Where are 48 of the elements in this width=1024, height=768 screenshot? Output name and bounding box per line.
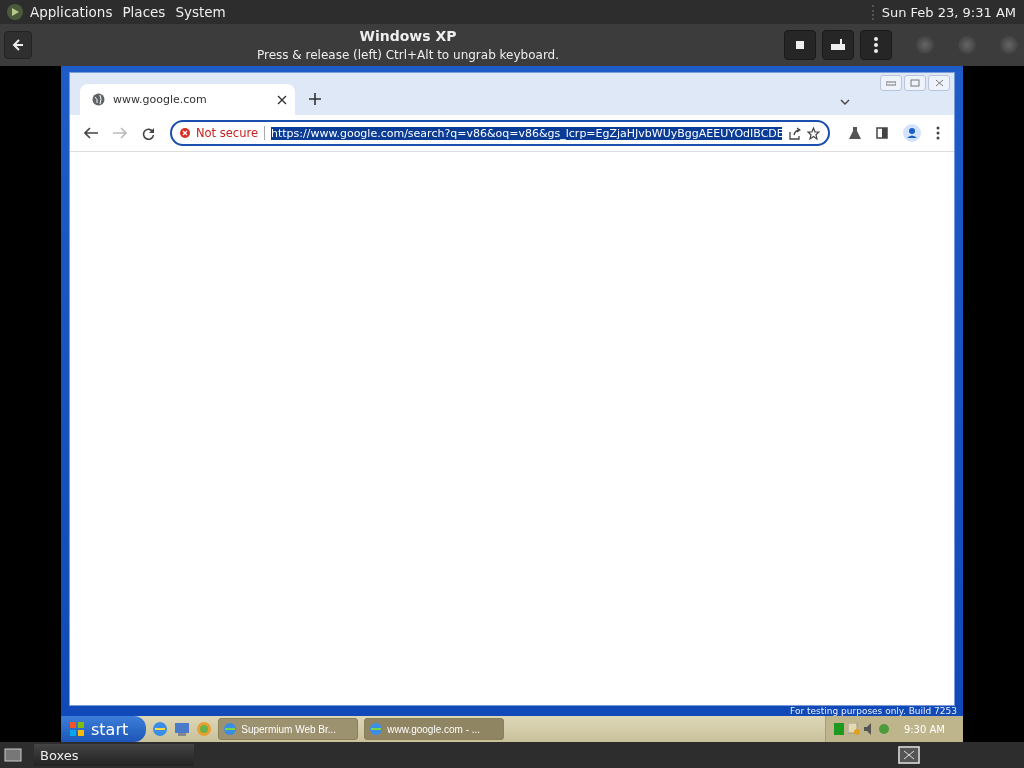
taskbar-clock: 9:30 AM xyxy=(903,723,945,735)
window-list-item[interactable]: Boxes xyxy=(34,744,194,766)
profile-icon[interactable] xyxy=(903,124,921,142)
start-button[interactable]: start xyxy=(61,716,147,742)
panel-menu[interactable]: System xyxy=(175,4,226,20)
taskbar-task[interactable]: www.google.com - ... xyxy=(364,718,505,740)
stop-icon xyxy=(796,41,804,49)
new-tab-icon[interactable] xyxy=(309,93,321,105)
desktop-icon[interactable] xyxy=(174,721,191,737)
windows-flag-icon xyxy=(69,721,85,737)
window-subtitle: Press & release (left) Ctrl+Alt to ungrab keyboard. xyxy=(256,48,560,62)
share-icon[interactable] xyxy=(788,126,802,140)
window-title: Windows XP xyxy=(359,28,457,44)
menu-button[interactable] xyxy=(860,30,892,60)
stop-button[interactable] xyxy=(784,30,816,60)
back-icon xyxy=(11,38,25,52)
maximize-icon xyxy=(910,79,920,87)
close-button[interactable] xyxy=(928,75,950,91)
speaker-icon[interactable] xyxy=(863,723,874,735)
desktop-icon[interactable] xyxy=(4,747,22,763)
keyboard-icon xyxy=(830,39,846,51)
build-watermark: For testing purposes only. Build 7253 xyxy=(790,706,957,716)
security-label: Not secure xyxy=(195,126,258,140)
address-bar[interactable]: Not secure https://www.google.com/search?q=v86&oq=v86&gs_lcrp=EgZjaHJvbWUyBggAEEUYOdIBCDE xyxy=(170,120,830,146)
more-icon[interactable] xyxy=(936,126,940,140)
warning-icon xyxy=(180,128,190,138)
panel-clock[interactable]: Sun Feb 23, 9:31 AM xyxy=(871,4,1018,20)
close-icon xyxy=(934,79,944,87)
back-arrow-icon[interactable] xyxy=(84,127,98,139)
panel-menu[interactable]: Places xyxy=(122,4,166,20)
chevron-down-icon[interactable] xyxy=(840,99,850,105)
browser-icon xyxy=(369,722,384,736)
back-button[interactable] xyxy=(4,31,32,59)
star-icon[interactable] xyxy=(807,126,820,140)
keyboard-button[interactable] xyxy=(822,30,854,60)
browser-icon xyxy=(223,722,238,736)
workspace-icon[interactable] xyxy=(898,746,920,764)
minimize-icon xyxy=(886,80,896,86)
url-text: https://www.google.com/search?q=v86&oq=v86&gs_lcrp=EgZjaHJvbWUyBggAEEUYOdIBCDE xyxy=(271,126,783,140)
globe-icon xyxy=(92,93,105,106)
close-icon[interactable] xyxy=(277,94,287,105)
browser-tab[interactable]: www.google.com xyxy=(80,84,295,115)
reload-icon[interactable] xyxy=(142,126,155,140)
menu-icon xyxy=(874,37,878,53)
foot-logo-icon[interactable] xyxy=(6,3,24,21)
side-panel-icon[interactable] xyxy=(876,127,888,139)
panel-menu[interactable]: Applications xyxy=(30,4,113,20)
flask-icon[interactable] xyxy=(849,127,861,139)
